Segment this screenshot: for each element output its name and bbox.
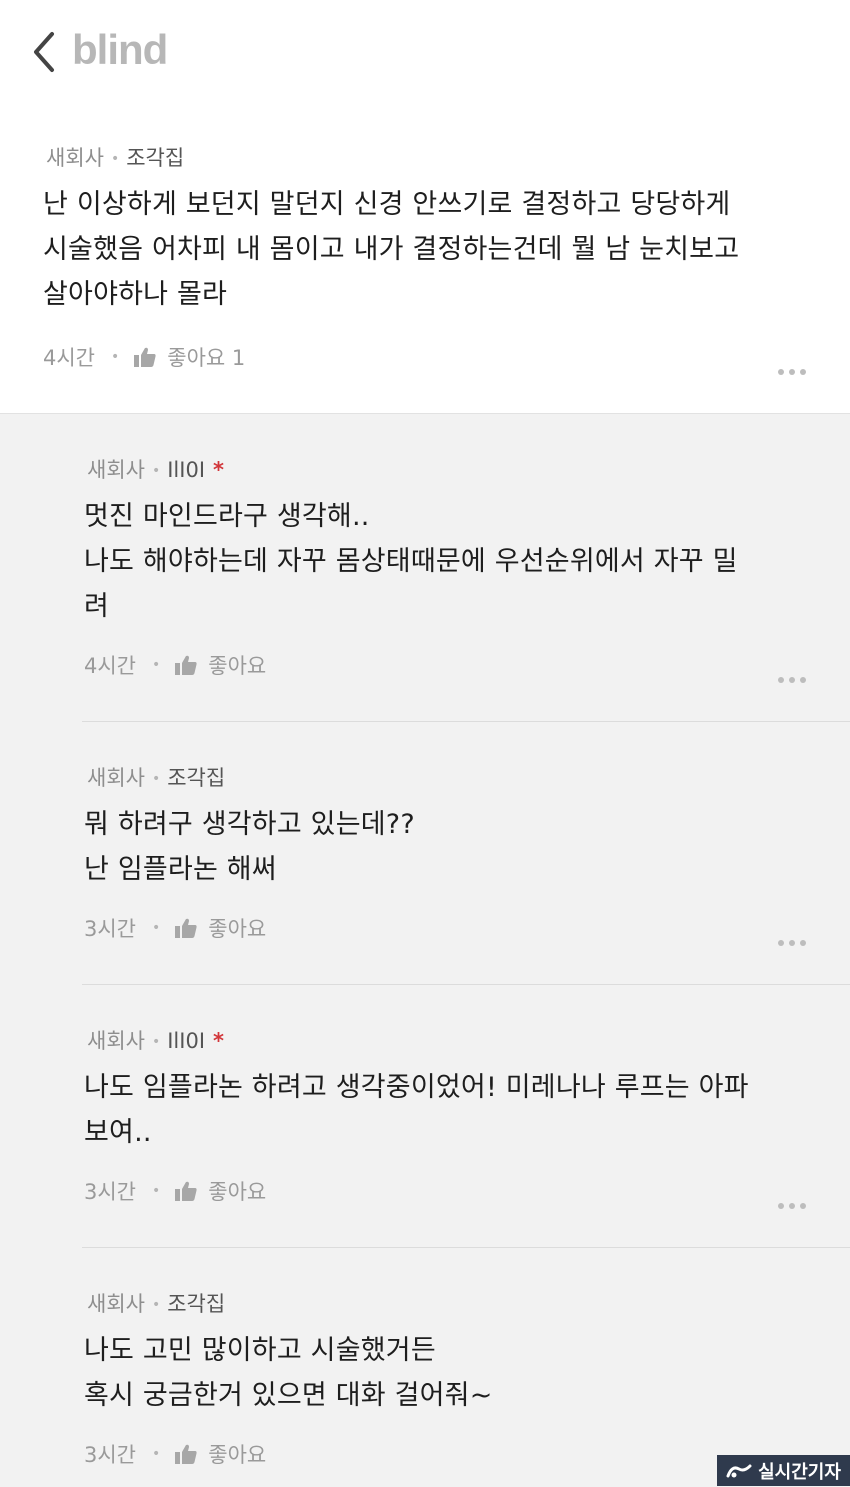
replies-section: 새회사 • IlI0I * 멋진 마인드라구 생각해.. 나도 해야하는데 자꾸 몸상…: [0, 413, 850, 1487]
company-label: 새회사: [87, 1292, 145, 1316]
separator-dot: •: [111, 349, 120, 365]
back-arrow-icon[interactable]: [30, 30, 60, 74]
timestamp: 3시간: [84, 917, 137, 941]
comment-actions: 4시간 • 좋아요 1: [43, 342, 245, 372]
comment-text: 난 이상하게 보던지 말던지 신경 안쓰기로 결정하고 당당하게 시술했음 어차…: [43, 189, 740, 310]
company-label: 새회사: [87, 766, 145, 790]
watermark-text: 실시간기자: [758, 1461, 841, 1483]
more-options-icon[interactable]: [778, 1194, 812, 1209]
reply-meta: 새회사 • IlI0I *: [87, 454, 224, 484]
reply-meta: 새회사 • 조각집: [87, 762, 225, 792]
like-button[interactable]: 좋아요: [174, 1176, 266, 1206]
watermark: 실시간기자: [717, 1455, 850, 1486]
top-bar: blind: [0, 0, 850, 105]
separator-dot: •: [151, 1034, 161, 1050]
reply-text: 나도 고민 많이하고 시술했거든 혹시 궁금한거 있으면 대화 걸어줘~: [84, 1335, 493, 1411]
like-button[interactable]: 좋아요: [174, 650, 266, 680]
separator-dot: •: [152, 1183, 161, 1199]
like-label: 좋아요 1: [167, 346, 246, 370]
comment-meta: 새회사 • 조각집: [46, 142, 184, 172]
reply-actions: 3시간 • 좋아요: [84, 1176, 266, 1206]
more-options-icon[interactable]: [778, 931, 812, 946]
separator-dot: •: [151, 463, 161, 479]
thumbs-up-icon: [175, 1181, 197, 1201]
main-comment: 새회사 • 조각집 난 이상하게 보던지 말던지 신경 안쓰기로 결정하고 당당하게…: [0, 130, 850, 413]
timestamp: 3시간: [84, 1443, 137, 1467]
author-mark: *: [213, 1029, 224, 1053]
separator-dot: •: [151, 1297, 161, 1313]
reply-text: 멋진 마인드라구 생각해.. 나도 해야하는데 자꾸 몸상태때문에 우선순위에서…: [84, 501, 738, 622]
divider: [82, 721, 850, 722]
company-label: 새회사: [87, 458, 145, 482]
timestamp: 3시간: [84, 1180, 137, 1204]
nickname-label[interactable]: 조각집: [167, 1292, 225, 1316]
nickname-label[interactable]: IlI0I: [167, 458, 205, 482]
company-label: 새회사: [46, 146, 104, 170]
separator-dot: •: [152, 657, 161, 673]
more-options-icon[interactable]: [778, 360, 812, 375]
nickname-label[interactable]: 조각집: [167, 766, 225, 790]
like-label: 좋아요: [208, 1180, 267, 1204]
author-mark: *: [213, 458, 224, 482]
timestamp: 4시간: [43, 346, 96, 370]
divider: [82, 984, 850, 985]
nickname-label[interactable]: IlI0I: [167, 1029, 205, 1053]
nickname-label[interactable]: 조각집: [126, 146, 184, 170]
like-button[interactable]: 좋아요: [174, 913, 266, 943]
company-label: 새회사: [87, 1029, 145, 1053]
reply-text: 뭐 하려구 생각하고 있는데?? 난 임플라논 해써: [84, 809, 415, 885]
separator-dot: •: [110, 151, 120, 167]
like-button[interactable]: 좋아요: [174, 1439, 266, 1469]
like-label: 좋아요: [208, 1443, 267, 1467]
reply-text: 나도 임플라논 하려고 생각중이었어! 미레나나 루프는 아파 보여..: [84, 1072, 749, 1148]
like-label: 좋아요: [208, 654, 267, 678]
reply-actions: 4시간 • 좋아요: [84, 650, 266, 680]
thumbs-up-icon: [175, 1444, 197, 1464]
separator-dot: •: [151, 771, 161, 787]
timestamp: 4시간: [84, 654, 137, 678]
reply-meta: 새회사 • 조각집: [87, 1288, 225, 1318]
more-options-icon[interactable]: [778, 668, 812, 683]
thumbs-up-icon: [175, 918, 197, 938]
reply-actions: 3시간 • 좋아요: [84, 1439, 266, 1469]
thumbs-up-icon: [175, 655, 197, 675]
separator-dot: •: [152, 920, 161, 936]
watermark-logo-icon: [726, 1464, 752, 1477]
reply-actions: 3시간 • 좋아요: [84, 913, 266, 943]
separator-dot: •: [152, 1446, 161, 1462]
like-label: 좋아요: [208, 917, 267, 941]
like-button[interactable]: 좋아요 1: [133, 342, 245, 372]
reply-meta: 새회사 • IlI0I *: [87, 1025, 224, 1055]
app-logo: blind: [72, 26, 168, 73]
thumbs-up-icon: [134, 347, 156, 367]
divider: [82, 1247, 850, 1248]
